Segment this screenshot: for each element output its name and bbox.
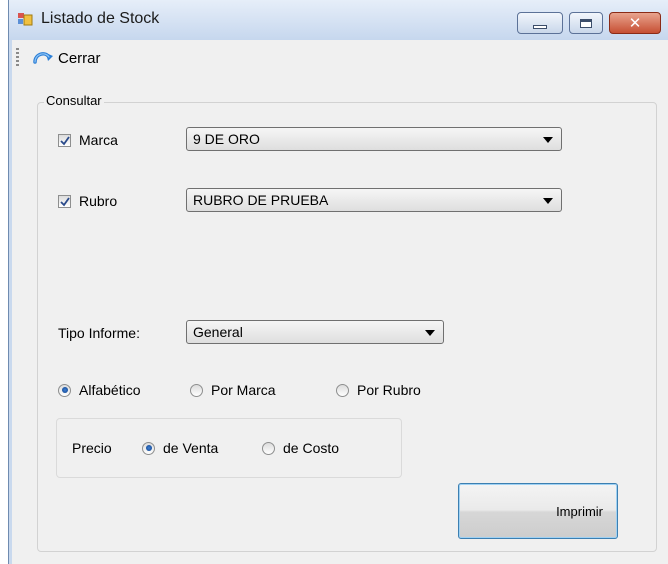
- marca-checkbox[interactable]: Marca: [58, 132, 118, 148]
- consultar-legend: Consultar: [44, 93, 104, 108]
- radio-alfabetico[interactable]: Alfabético: [58, 382, 140, 398]
- close-icon: ✕: [628, 13, 642, 32]
- radio-por-rubro-label: Por Rubro: [357, 382, 421, 398]
- imprimir-label: Imprimir: [556, 503, 603, 519]
- precio-label: Precio: [72, 440, 112, 456]
- title-bar[interactable]: Listado de Stock ✕: [9, 0, 668, 40]
- tipo-informe-combobox[interactable]: General: [186, 320, 444, 344]
- checkmark-icon: [60, 196, 70, 206]
- rubro-checkbox[interactable]: Rubro: [58, 193, 117, 209]
- radio-por-rubro[interactable]: Por Rubro: [336, 382, 421, 398]
- marca-checkbox-box[interactable]: [58, 133, 71, 147]
- chevron-down-icon[interactable]: [425, 330, 435, 336]
- rubro-value: RUBRO DE PRUEBA: [193, 192, 329, 208]
- radio-por-marca-dot[interactable]: [190, 383, 203, 397]
- radio-por-rubro-dot[interactable]: [336, 383, 349, 397]
- radio-por-marca-label: Por Marca: [211, 382, 276, 398]
- toolbar-grip[interactable]: [16, 48, 19, 68]
- marca-combobox[interactable]: 9 DE ORO: [186, 127, 562, 151]
- window: Listado de Stock ✕ Cerrar Consultar Marc…: [8, 0, 668, 564]
- radio-de-costo-dot[interactable]: [262, 441, 275, 455]
- maximize-button[interactable]: [569, 12, 603, 34]
- imprimir-button[interactable]: Imprimir: [458, 483, 618, 539]
- tipo-informe-value: General: [193, 324, 243, 340]
- minimize-button[interactable]: [517, 12, 563, 34]
- radio-alfabetico-label: Alfabético: [79, 382, 141, 398]
- radio-alfabetico-dot[interactable]: [58, 383, 71, 397]
- close-window-button[interactable]: ✕: [609, 12, 661, 34]
- radio-de-costo-label: de Costo: [283, 440, 340, 456]
- form-client-area: Cerrar Consultar Marca 9 DE ORO Rubro RU…: [12, 40, 668, 564]
- radio-de-venta-label: de Venta: [163, 440, 219, 456]
- minimize-icon: [533, 25, 547, 29]
- tipo-informe-label: Tipo Informe:: [58, 325, 140, 341]
- refresh-arrow-icon: [33, 52, 53, 64]
- chevron-down-icon[interactable]: [543, 137, 553, 143]
- checkmark-icon: [60, 135, 70, 145]
- cerrar-button[interactable]: Cerrar: [32, 47, 101, 69]
- maximize-icon: [580, 18, 592, 28]
- rubro-combobox[interactable]: RUBRO DE PRUEBA: [186, 188, 562, 212]
- cerrar-label: Cerrar: [58, 49, 101, 67]
- radio-de-costo[interactable]: de Costo: [262, 440, 339, 456]
- app-icon: [18, 13, 33, 26]
- window-title: Listado de Stock: [41, 10, 160, 27]
- marca-label: Marca: [79, 132, 118, 148]
- radio-por-marca[interactable]: Por Marca: [190, 382, 276, 398]
- marca-value: 9 DE ORO: [193, 131, 260, 147]
- chevron-down-icon[interactable]: [543, 198, 553, 204]
- radio-de-venta[interactable]: de Venta: [142, 440, 218, 456]
- rubro-label: Rubro: [79, 193, 118, 209]
- rubro-checkbox-box[interactable]: [58, 194, 71, 208]
- radio-de-venta-dot[interactable]: [142, 441, 155, 455]
- toolbar: Cerrar: [12, 40, 668, 74]
